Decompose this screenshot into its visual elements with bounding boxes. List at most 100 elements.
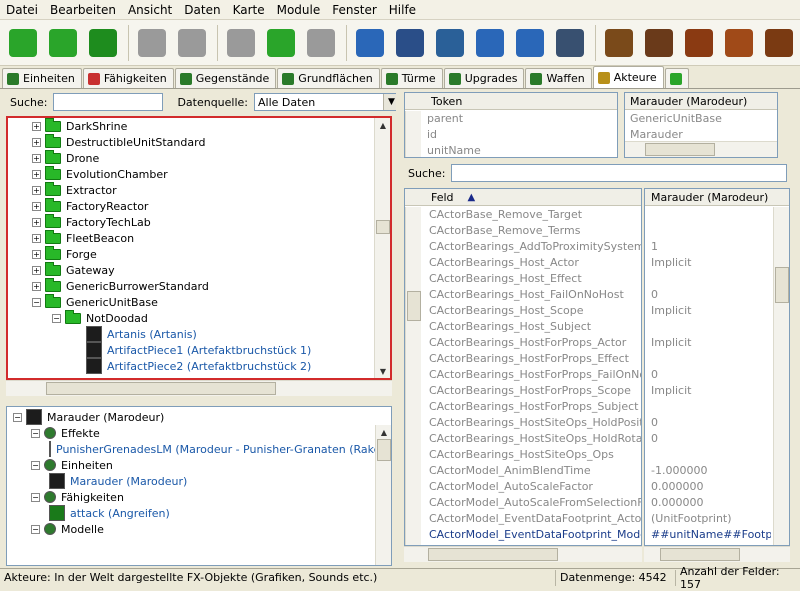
field-value[interactable]: 0 bbox=[651, 414, 771, 430]
tree-item[interactable]: Artanis (Artanis) bbox=[8, 326, 374, 342]
save-button[interactable] bbox=[84, 24, 122, 62]
field-value[interactable]: Implicit bbox=[651, 334, 771, 350]
tree-item[interactable]: ArtifactPiece2 (Artefaktbruchstück 2) bbox=[8, 358, 374, 374]
object-tree-scrollbar[interactable]: ▲ bbox=[375, 425, 391, 565]
object-tree-item[interactable]: attack (Angreifen) bbox=[7, 505, 375, 521]
field-value[interactable]: 0 bbox=[651, 430, 771, 446]
tab-einheiten[interactable]: Einheiten bbox=[2, 68, 82, 88]
tree-item[interactable]: + Drone bbox=[8, 149, 374, 166]
field-value[interactable] bbox=[651, 350, 771, 366]
cut-button[interactable] bbox=[222, 24, 260, 62]
search-input[interactable] bbox=[53, 93, 164, 111]
field-row[interactable]: CActorModel_EventDataFootprint_Actor bbox=[429, 510, 641, 526]
actor-tree-scrollbar[interactable]: ▲ ▼ bbox=[374, 118, 390, 378]
token-column-header[interactable]: Token bbox=[405, 93, 617, 110]
actor-tree[interactable]: + DarkShrine + DestructibleUnitStandard + Dro… bbox=[6, 116, 392, 380]
field-value[interactable]: 0 bbox=[651, 286, 771, 302]
open-button[interactable] bbox=[44, 24, 82, 62]
expand-icon[interactable]: + bbox=[32, 169, 41, 179]
token-row[interactable]: id bbox=[427, 126, 617, 142]
leaf-button[interactable] bbox=[720, 24, 758, 62]
object-tree-item[interactable]: − Einheiten bbox=[7, 457, 375, 473]
import-button[interactable] bbox=[511, 24, 549, 62]
field-value[interactable]: ##unitName##Footprint bbox=[651, 526, 771, 542]
field-row[interactable]: CActorBearings_HostSiteOps_Ops bbox=[429, 446, 641, 462]
scroll-down-icon[interactable]: ▼ bbox=[375, 364, 390, 378]
new-button[interactable] bbox=[4, 24, 42, 62]
paste-button[interactable] bbox=[302, 24, 340, 62]
field-value[interactable]: -1.000000 bbox=[651, 462, 771, 478]
menu-item[interactable]: Module bbox=[271, 3, 327, 17]
field-row[interactable]: CActorBearings_Host_FailOnNoHost bbox=[429, 286, 641, 302]
field-value[interactable] bbox=[651, 398, 771, 414]
tab-grundflächen[interactable]: Grundflächen bbox=[277, 68, 380, 88]
cutscene-button[interactable] bbox=[551, 24, 589, 62]
object-tree-item[interactable]: − Fähigkeiten bbox=[7, 489, 375, 505]
tab-add[interactable] bbox=[664, 68, 689, 88]
field-value[interactable]: 0.000000 bbox=[651, 494, 771, 510]
menu-item[interactable]: Daten bbox=[178, 3, 226, 17]
grid-button[interactable] bbox=[640, 24, 678, 62]
tab-fähigkeiten[interactable]: Fähigkeiten bbox=[82, 68, 174, 88]
scroll-thumb[interactable] bbox=[377, 439, 391, 461]
object-tree-item[interactable]: − Effekte bbox=[7, 425, 375, 441]
object-tree-item[interactable]: − Marauder (Marodeur) bbox=[7, 409, 375, 425]
data-button[interactable] bbox=[431, 24, 469, 62]
trigger-button[interactable] bbox=[391, 24, 429, 62]
token-row[interactable]: parent bbox=[427, 110, 617, 126]
object-tree-item[interactable]: − Modelle bbox=[7, 521, 375, 537]
collapse-icon[interactable]: − bbox=[32, 297, 41, 307]
scroll-thumb[interactable] bbox=[376, 220, 390, 234]
field-column-header[interactable]: Feld ▲ bbox=[405, 189, 641, 206]
menu-item[interactable]: Karte bbox=[227, 3, 271, 17]
scroll-up-icon[interactable]: ▲ bbox=[376, 425, 391, 439]
tree-item[interactable]: − NotDoodad bbox=[8, 309, 374, 326]
menu-item[interactable]: Datei bbox=[0, 3, 44, 17]
expand-icon[interactable]: + bbox=[32, 201, 41, 211]
actor-tree-hscrollbar[interactable] bbox=[6, 380, 392, 396]
field-row[interactable]: CActorBearings_HostForProps_FailOnNoHos bbox=[429, 366, 641, 382]
tab-waffen[interactable]: Waffen bbox=[525, 68, 592, 88]
field-row[interactable]: CActorBase_Remove_Target bbox=[429, 206, 641, 222]
terrain-button[interactable] bbox=[351, 24, 389, 62]
field-value[interactable] bbox=[651, 270, 771, 286]
collapse-icon[interactable]: − bbox=[13, 412, 22, 422]
hscroll-thumb[interactable] bbox=[660, 548, 740, 561]
tab-türme[interactable]: Türme bbox=[380, 68, 443, 88]
field-row[interactable]: CActorModel_EventDataFootprint_Model bbox=[429, 526, 641, 542]
scroll-thumb[interactable] bbox=[775, 267, 789, 303]
field-value-hscrollbar[interactable] bbox=[644, 546, 790, 562]
undo-button[interactable] bbox=[133, 24, 171, 62]
field-row[interactable]: CActorBearings_Host_Effect bbox=[429, 270, 641, 286]
field-value[interactable] bbox=[651, 206, 771, 222]
collapse-icon[interactable]: − bbox=[31, 428, 40, 438]
field-row[interactable]: CActorBearings_HostSiteOps_HoldRotation bbox=[429, 430, 641, 446]
field-table[interactable]: Feld ▲ CActorBase_Remove_Target CActorBas… bbox=[404, 188, 642, 546]
token-table[interactable]: Token parent id unitName bbox=[404, 92, 618, 158]
field-value[interactable]: 0 bbox=[651, 366, 771, 382]
tree-item[interactable]: + FleetBeacon bbox=[8, 229, 374, 246]
hscroll-thumb[interactable] bbox=[428, 548, 558, 561]
expand-icon[interactable]: + bbox=[32, 281, 41, 291]
expand-icon[interactable]: + bbox=[32, 217, 41, 227]
field-row[interactable]: CActorBearings_HostForProps_Effect bbox=[429, 350, 641, 366]
field-row[interactable]: CActorBearings_HostForProps_Scope bbox=[429, 382, 641, 398]
field-row[interactable]: CActorBearings_HostSiteOps_HoldPosition bbox=[429, 414, 641, 430]
token-value-header[interactable]: Marauder (Marodeur) bbox=[625, 93, 777, 110]
source-select[interactable]: Alle Daten ▼ bbox=[254, 93, 400, 111]
tab-akteure[interactable]: Akteure bbox=[592, 66, 664, 88]
menu-item[interactable]: Hilfe bbox=[383, 3, 422, 17]
token-left-scroll[interactable] bbox=[405, 111, 421, 157]
object-tree[interactable]: − Marauder (Marodeur) − Effekte PunisherGren… bbox=[6, 406, 392, 566]
field-value[interactable]: 0.000000 bbox=[651, 478, 771, 494]
tree-item[interactable]: + DarkShrine bbox=[8, 118, 374, 134]
field-row[interactable]: CActorBearings_HostForProps_Subject bbox=[429, 398, 641, 414]
token-value-row[interactable]: GenericUnitBase bbox=[630, 110, 777, 126]
claw-button[interactable] bbox=[680, 24, 718, 62]
tree-item[interactable]: + Extractor bbox=[8, 181, 374, 198]
field-row[interactable]: CActorBearings_HostForProps_Actor bbox=[429, 334, 641, 350]
menu-item[interactable]: Ansicht bbox=[122, 3, 178, 17]
field-row[interactable]: CActorBearings_Host_Scope bbox=[429, 302, 641, 318]
tab-upgrades[interactable]: Upgrades bbox=[443, 68, 525, 88]
token-row[interactable]: unitName bbox=[427, 142, 617, 157]
